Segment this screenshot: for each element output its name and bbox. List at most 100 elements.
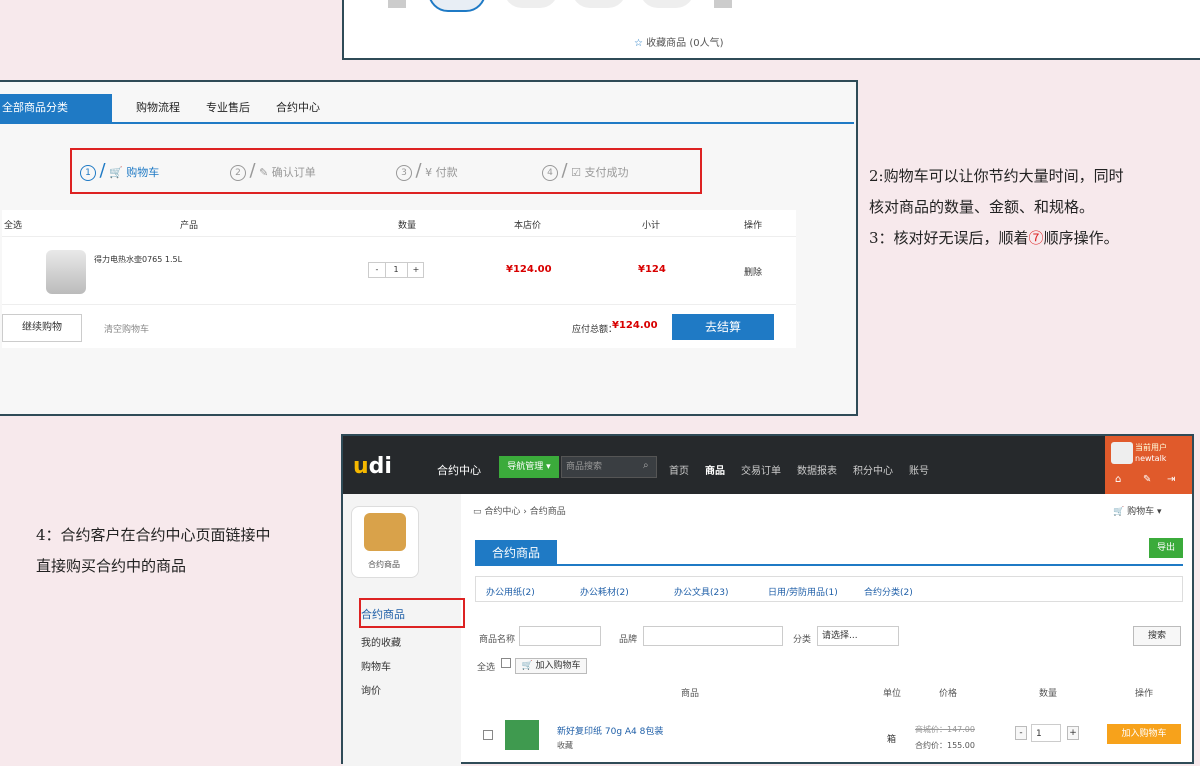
- search-button[interactable]: 搜索: [1133, 626, 1181, 646]
- add-to-cart-button[interactable]: 加入购物车: [1107, 724, 1181, 744]
- select-all-label: 全选: [477, 663, 496, 673]
- product-header: 产品: [180, 221, 199, 231]
- total-label: 应付总额：: [572, 325, 618, 335]
- sidebar: 合约商品 合约商品 我的收藏 购物车 询价: [343, 494, 465, 766]
- action-header: 操作: [744, 221, 763, 231]
- nav-shopping-process[interactable]: 购物流程: [136, 94, 180, 122]
- item-subtotal: ¥124: [638, 264, 666, 275]
- checkout-button[interactable]: 去结算: [672, 314, 774, 340]
- qty-input[interactable]: 1: [1031, 724, 1061, 742]
- continue-shopping-button[interactable]: 继续购物: [2, 314, 82, 342]
- filter-office-paper[interactable]: 办公用纸(2): [486, 585, 535, 598]
- nav-reports[interactable]: 数据报表: [797, 462, 837, 477]
- qty-plus-button[interactable]: +: [1067, 726, 1079, 740]
- market-price: 商城价：147.00: [915, 725, 975, 734]
- row-divider: [2, 236, 796, 237]
- nav-after-sales[interactable]: 专业售后: [206, 94, 250, 122]
- qty-minus-button[interactable]: -: [369, 263, 386, 277]
- nav-divider: [0, 122, 854, 124]
- category-label: 分类: [793, 635, 812, 645]
- grid-header-unit: 单位: [883, 689, 902, 699]
- cart-panel: 全部商品分类 购物流程 专业售后 合约中心 1 / 🛒 购物车 2 / ✎ 确认…: [0, 80, 858, 416]
- step-payment: 3 / ¥ 付款: [396, 162, 458, 182]
- paper-product-image[interactable]: [505, 720, 539, 750]
- all-categories-tab[interactable]: 全部商品分类: [0, 94, 112, 122]
- thumb-scroll-right[interactable]: [714, 0, 732, 8]
- clear-cart-link[interactable]: 清空购物车: [104, 322, 149, 335]
- sidebar-item-inquiry[interactable]: 询价: [361, 682, 381, 697]
- name-input[interactable]: [519, 626, 601, 646]
- thumb-scroll-left[interactable]: [388, 0, 406, 8]
- select-all-checkbox[interactable]: [501, 658, 511, 668]
- row-divider: [2, 304, 796, 305]
- nav-points[interactable]: 积分中心: [853, 462, 893, 477]
- wrench-icon[interactable]: ✎: [1143, 474, 1151, 485]
- price-header: 本店价: [514, 221, 542, 231]
- cart-icon: 🛒: [1113, 507, 1125, 517]
- step-payment-success: 4 / ☑ 支付成功: [542, 162, 628, 182]
- header-title: 合约中心: [437, 464, 481, 477]
- filter-contract-category[interactable]: 合约分类(2): [864, 585, 913, 598]
- nav-account[interactable]: 账号: [909, 462, 929, 477]
- grid-header-qty: 数量: [1039, 689, 1058, 699]
- top-header: udi 合约中心 导航管理 ▾ 商品搜索 ⌕ 首页 商品 交易订单 数据报表 积…: [343, 436, 1192, 494]
- qty-input[interactable]: 1: [386, 263, 406, 277]
- cart-instructions: 2:购物车可以让你节约大量时间，同时 核对商品的数量、金额、和规格。 3：核对好…: [869, 167, 1124, 247]
- product-thumbnail[interactable]: [504, 0, 558, 8]
- contract-price: 合约价：155.00: [915, 741, 975, 750]
- total-value: ¥124.00: [612, 320, 658, 331]
- star-icon: ☆: [634, 38, 643, 49]
- brand-label: 品牌: [619, 635, 638, 645]
- sidebar-item-contract-products[interactable]: 合约商品: [361, 606, 405, 622]
- filter-office-consumables[interactable]: 办公耗材(2): [580, 585, 629, 598]
- nav-orders[interactable]: 交易订单: [741, 462, 781, 477]
- grid-header-product: 商品: [681, 689, 700, 699]
- export-button[interactable]: 导出: [1149, 538, 1183, 558]
- binoculars-icon[interactable]: ⌕: [643, 460, 649, 471]
- logout-icon[interactable]: ⇥: [1167, 474, 1175, 485]
- product-thumbnail[interactable]: [640, 0, 694, 8]
- category-select[interactable]: 请选择...: [817, 626, 899, 646]
- nav-products[interactable]: 商品: [705, 462, 725, 477]
- favorite-product-link[interactable]: ☆ 收藏商品 (0人气): [634, 34, 724, 49]
- brand-input[interactable]: [643, 626, 783, 646]
- breadcrumb: ▭ 合约中心 › 合约商品: [473, 507, 566, 517]
- nav-manage-dropdown[interactable]: 导航管理 ▾: [499, 456, 559, 478]
- cart-icon: 🛒: [109, 166, 123, 179]
- product-thumbnail[interactable]: [428, 0, 486, 12]
- qty-minus-button[interactable]: -: [1015, 726, 1027, 740]
- qty-plus-button[interactable]: +: [407, 263, 424, 277]
- box-icon: [364, 513, 406, 551]
- quantity-stepper[interactable]: - 1 +: [1015, 724, 1081, 744]
- avatar[interactable]: [1111, 442, 1133, 464]
- section-title-bar: 合约商品: [475, 540, 1183, 566]
- product-name[interactable]: 得力电热水壶0765 1.5L: [94, 254, 182, 265]
- home-icon[interactable]: ⌂: [1115, 474, 1121, 485]
- grid-header-price: 价格: [939, 689, 958, 699]
- nav-contract-center[interactable]: 合约中心: [276, 94, 320, 122]
- udi-logo: udi: [353, 454, 392, 479]
- add-to-cart-bulk-button[interactable]: 🛒 加入购物车: [515, 658, 587, 674]
- product-unit: 箱: [887, 735, 897, 745]
- filter-daily-supplies[interactable]: 日用/劳防用品(1): [768, 585, 838, 598]
- cart-dropdown[interactable]: 🛒 购物车 ▾: [1113, 504, 1161, 517]
- section-title: 合约商品: [475, 540, 557, 566]
- delete-link[interactable]: 删除: [744, 265, 762, 278]
- row-checkbox[interactable]: [483, 730, 493, 740]
- select-all-header[interactable]: 全选: [4, 218, 22, 231]
- favorite-link[interactable]: 收藏: [557, 740, 573, 751]
- user-panel: 当前用户 newtalk ⌂ ✎ ⇥: [1105, 436, 1192, 494]
- product-thumbnail[interactable]: [572, 0, 626, 8]
- sidebar-logo-card: 合约商品: [351, 506, 419, 578]
- sidebar-item-cart[interactable]: 购物车: [361, 658, 391, 673]
- filter-stationery[interactable]: 办公文具(23): [674, 585, 728, 598]
- qty-header: 数量: [398, 221, 417, 231]
- item-price: ¥124.00: [506, 264, 552, 275]
- grid-header-action: 操作: [1135, 689, 1154, 699]
- nav-home[interactable]: 首页: [669, 462, 689, 477]
- user-title: 当前用户: [1135, 443, 1167, 452]
- sidebar-item-favorites[interactable]: 我的收藏: [361, 634, 401, 649]
- quantity-stepper[interactable]: - 1 +: [368, 262, 424, 278]
- product-link[interactable]: 新好复印纸 70g A4 8包装: [557, 724, 663, 737]
- kettle-image[interactable]: [46, 250, 86, 294]
